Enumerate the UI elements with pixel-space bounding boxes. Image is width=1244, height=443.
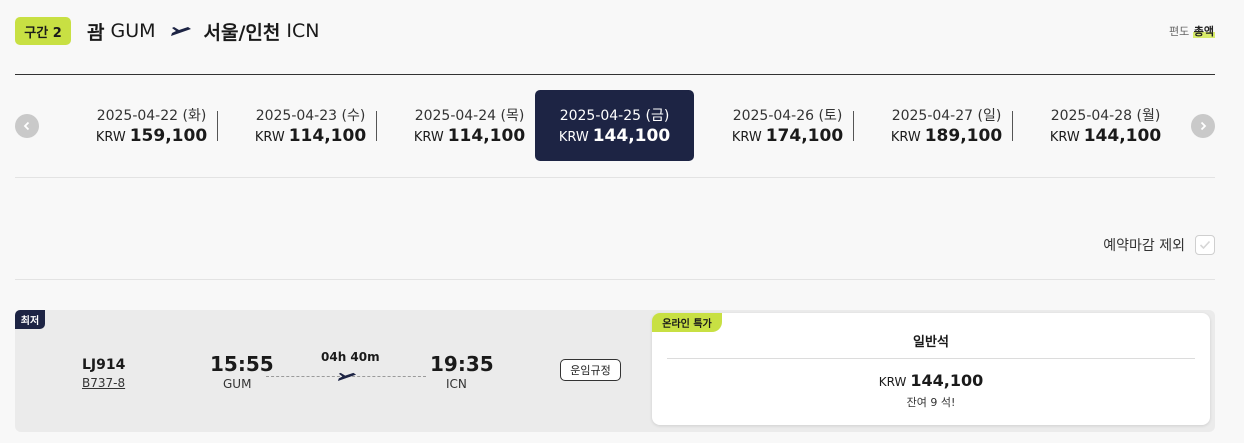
- airplane-icon: [170, 24, 192, 38]
- exclude-closed-label: 예약마감 제외: [1103, 238, 1185, 254]
- date-separator: [1012, 111, 1013, 141]
- next-dates-button[interactable]: [1191, 114, 1215, 138]
- exclude-closed-filter: 예약마감 제외: [1103, 235, 1215, 255]
- flight-number: LJ914: [82, 357, 126, 373]
- date-divider: [15, 177, 1215, 178]
- aircraft-link[interactable]: B737-8: [82, 376, 125, 390]
- departure-code: GUM: [223, 377, 252, 391]
- exclude-closed-checkbox[interactable]: [1195, 235, 1215, 255]
- arrival-code: ICN: [446, 377, 467, 391]
- fare-divider: [667, 358, 1195, 359]
- fare-option-card[interactable]: 온라인 특가 일반석 KRW 144,100 잔여 9 석!: [652, 313, 1210, 425]
- flight-card: 최저 LJ914 B737-8 15:55 GUM 04h 40m 19:35 …: [15, 310, 1215, 432]
- date-label: 2025-04-26 (토): [732, 108, 843, 124]
- flight-duration: 04h 40m: [321, 350, 380, 364]
- date-price: KRW 114,100: [254, 126, 367, 146]
- date-option[interactable]: 2025-04-22 (화) KRW 159,100: [72, 90, 231, 161]
- lowest-badge: 최저: [15, 310, 45, 329]
- date-selector: 2025-04-22 (화) KRW 159,100 2025-04-23 (수)…: [15, 90, 1215, 162]
- date-label: 2025-04-28 (월): [1050, 108, 1161, 124]
- date-option[interactable]: 2025-04-27 (일) KRW 189,100: [867, 90, 1026, 161]
- airplane-icon: [337, 368, 357, 387]
- date-label: 2025-04-23 (수): [255, 108, 366, 124]
- date-price: KRW 189,100: [890, 126, 1003, 146]
- date-price: KRW 114,100: [413, 126, 526, 146]
- filter-divider: [15, 279, 1215, 280]
- segment-header: 구간 2 괌 GUM 서울/인천 ICN 편도 총액: [15, 16, 1215, 46]
- date-separator: [376, 111, 377, 141]
- date-option[interactable]: 2025-04-24 (목) KRW 114,100: [390, 90, 549, 161]
- seats-remaining: 잔여 9 석!: [906, 396, 956, 409]
- date-option[interactable]: 2025-04-23 (수) KRW 114,100: [231, 90, 390, 161]
- departure-time: 15:55: [210, 352, 274, 376]
- chevron-left-icon: [23, 121, 30, 131]
- prev-dates-button[interactable]: [15, 114, 39, 138]
- fare-type-label: 편도 총액: [1169, 23, 1215, 39]
- online-special-badge: 온라인 특가: [652, 313, 722, 332]
- date-label: 2025-04-22 (화): [96, 108, 207, 124]
- chevron-right-icon: [1200, 121, 1207, 131]
- route-title: 괌 GUM 서울/인천 ICN: [87, 16, 319, 46]
- fare-price: KRW 144,100: [878, 371, 984, 390]
- date-label: 2025-04-24 (목): [414, 108, 525, 124]
- total-fare-label: 총액: [1192, 25, 1215, 38]
- check-icon: [1199, 240, 1211, 250]
- date-price: KRW 174,100: [731, 126, 844, 146]
- date-option[interactable]: 2025-04-26 (토) KRW 174,100: [708, 90, 867, 161]
- date-label: 2025-04-27 (일): [891, 108, 1002, 124]
- date-price: KRW 159,100: [95, 126, 208, 146]
- date-label: 2025-04-25 (금): [559, 108, 670, 124]
- date-separator: [217, 111, 218, 141]
- one-way-label: 편도: [1169, 25, 1190, 38]
- date-price: KRW 144,100: [558, 126, 671, 146]
- segment-badge: 구간 2: [15, 17, 71, 45]
- date-option[interactable]: 2025-04-28 (월) KRW 144,100: [1026, 90, 1185, 161]
- date-separator: [853, 111, 854, 141]
- header-divider: [15, 74, 1215, 75]
- origin-code: GUM: [110, 20, 156, 42]
- origin-city: 괌: [87, 21, 105, 44]
- cabin-class: 일반석: [913, 335, 949, 350]
- date-option-selected[interactable]: 2025-04-25 (금) KRW 144,100: [535, 90, 694, 161]
- arrival-time: 19:35: [430, 352, 494, 376]
- fare-rules-button[interactable]: 운임규정: [560, 359, 621, 381]
- dest-city: 서울/인천: [203, 21, 281, 44]
- dest-code: ICN: [286, 20, 320, 42]
- date-price: KRW 144,100: [1049, 126, 1162, 146]
